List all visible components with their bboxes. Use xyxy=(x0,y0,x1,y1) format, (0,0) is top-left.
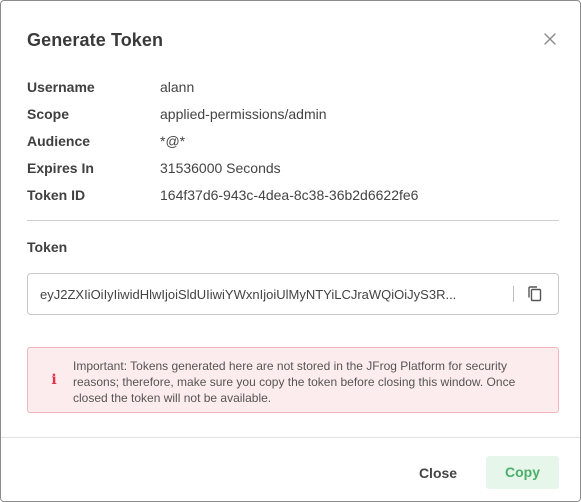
token-field[interactable]: eyJ2ZXIiOiIyIiwidHlwIjoiSldUIiwiYWxnIjoi… xyxy=(27,273,559,315)
important-alert: i Important: Tokens generated here are n… xyxy=(27,347,559,413)
close-button[interactable]: Close xyxy=(406,457,470,489)
dialog-title: Generate Token xyxy=(27,30,164,50)
detail-value: 31536000 Seconds xyxy=(160,160,281,176)
detail-value: alann xyxy=(160,79,195,95)
detail-label: Audience xyxy=(27,133,91,149)
copy-button[interactable]: Copy xyxy=(486,456,559,489)
detail-value: *@* xyxy=(160,133,186,149)
token-value[interactable]: eyJ2ZXIiOiIyIiwidHlwIjoiSldUIiwiYWxnIjoi… xyxy=(40,287,510,302)
token-separator xyxy=(513,286,514,302)
generate-token-dialog: Generate Token Username alann Scope appl… xyxy=(0,0,581,502)
detail-label: Username xyxy=(27,79,95,95)
detail-value: applied-permissions/admin xyxy=(160,106,327,122)
detail-label: Token ID xyxy=(27,187,86,203)
info-icon: i xyxy=(51,372,57,388)
dialog-footer: Close Copy xyxy=(1,437,580,501)
close-icon[interactable] xyxy=(542,31,558,47)
alert-message: Important: Tokens generated here are not… xyxy=(73,359,516,405)
copy-icon[interactable] xyxy=(526,285,544,303)
detail-value: 164f37d6-943c-4dea-8c38-36b2d6622fe6 xyxy=(160,187,419,203)
token-label: Token xyxy=(27,239,68,255)
divider xyxy=(27,220,559,221)
detail-label: Expires In xyxy=(27,160,94,176)
detail-label: Scope xyxy=(27,106,70,122)
